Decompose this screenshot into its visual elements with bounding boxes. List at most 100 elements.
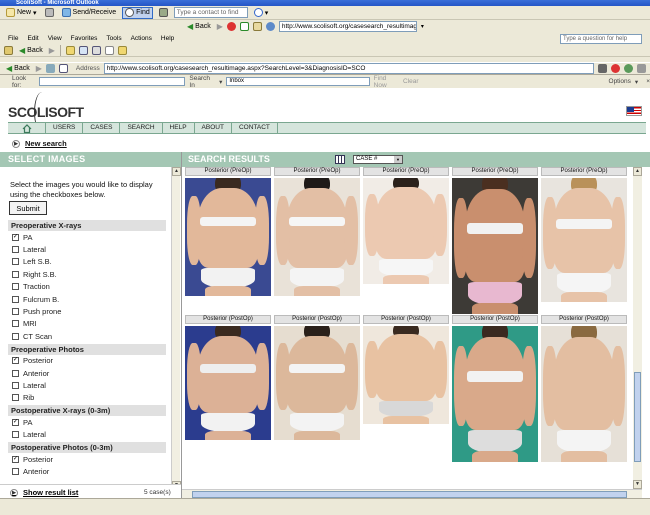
preview-pane-icon[interactable] bbox=[91, 45, 101, 55]
menu-file[interactable]: File bbox=[8, 35, 18, 42]
patient-photo[interactable] bbox=[185, 326, 271, 440]
forward-arrow-icon[interactable]: ▶ bbox=[49, 46, 55, 55]
menu-edit[interactable]: Edit bbox=[27, 35, 38, 42]
checkbox[interactable] bbox=[12, 394, 19, 402]
nav-cases[interactable]: CASES bbox=[83, 122, 121, 134]
checkbox-checked[interactable]: ✓ bbox=[12, 455, 19, 463]
nav-users[interactable]: USERS bbox=[46, 122, 84, 134]
search-web-icon[interactable] bbox=[265, 21, 275, 31]
search-in-button[interactable]: Search In bbox=[189, 75, 215, 89]
checkbox[interactable] bbox=[12, 431, 19, 439]
results-horizontal-scrollbar[interactable] bbox=[182, 489, 642, 498]
find-button[interactable]: Find bbox=[122, 6, 153, 19]
nav-help[interactable]: HELP bbox=[163, 122, 195, 134]
left-scrollbar[interactable]: ▲ ▼ bbox=[171, 167, 181, 490]
forward-arrow-icon[interactable]: ▶ bbox=[36, 64, 42, 73]
web-back-button[interactable]: ◀ Back bbox=[185, 20, 213, 32]
patient-photo[interactable] bbox=[541, 178, 627, 302]
undo-icon[interactable] bbox=[104, 45, 114, 55]
home-nav-button[interactable] bbox=[8, 122, 46, 134]
scroll-thumb[interactable] bbox=[634, 372, 641, 462]
print-button[interactable] bbox=[43, 7, 56, 19]
menu-help[interactable]: Help bbox=[161, 35, 174, 42]
image-option[interactable]: Traction bbox=[8, 281, 166, 293]
patient-photo[interactable] bbox=[452, 178, 538, 314]
open-folder-icon[interactable] bbox=[117, 45, 127, 55]
stop-icon[interactable] bbox=[45, 64, 55, 73]
folder-up-icon[interactable] bbox=[65, 45, 75, 55]
grid-view-icon[interactable] bbox=[335, 155, 345, 164]
image-option[interactable]: Left S.B. bbox=[8, 256, 166, 268]
forward-arrow-icon[interactable]: ▶ bbox=[217, 22, 223, 31]
image-option[interactable]: MRI bbox=[8, 318, 166, 330]
image-option[interactable]: Fulcrum B. bbox=[8, 293, 166, 305]
address-url-field[interactable]: http://www.scolisoft.org/casesearch_resu… bbox=[103, 63, 594, 74]
patient-photo[interactable] bbox=[363, 178, 449, 284]
outlook-today-icon[interactable] bbox=[4, 45, 13, 55]
home-icon[interactable] bbox=[636, 64, 646, 73]
checkbox[interactable] bbox=[12, 467, 19, 475]
new-search-link[interactable]: ▶ New search bbox=[12, 139, 67, 148]
image-option[interactable]: ✓ PA bbox=[8, 231, 166, 243]
image-option[interactable]: Lateral bbox=[8, 428, 166, 440]
patient-photo[interactable] bbox=[185, 178, 271, 296]
checkbox[interactable] bbox=[12, 320, 19, 328]
scroll-up-icon[interactable]: ▲ bbox=[172, 167, 181, 176]
menu-favorites[interactable]: Favorites bbox=[71, 35, 98, 42]
image-option[interactable]: Right S.B. bbox=[8, 268, 166, 280]
checkbox-checked[interactable]: ✓ bbox=[12, 418, 19, 426]
checkbox-checked[interactable]: ✓ bbox=[12, 357, 19, 365]
refresh-icon[interactable] bbox=[239, 21, 249, 31]
image-option[interactable]: CT Scan bbox=[8, 330, 166, 342]
checkbox[interactable] bbox=[12, 258, 19, 266]
go-icon[interactable] bbox=[597, 64, 607, 73]
refresh-icon[interactable] bbox=[58, 64, 68, 73]
patient-photo[interactable] bbox=[274, 178, 360, 296]
image-option[interactable]: ✓ PA bbox=[8, 416, 166, 428]
checkbox[interactable] bbox=[12, 246, 19, 254]
checkbox[interactable] bbox=[12, 308, 19, 316]
sort-select[interactable]: CASE # ▼ bbox=[353, 155, 403, 164]
scroll-down-icon[interactable]: ▼ bbox=[633, 480, 642, 489]
nav-search[interactable]: SEARCH bbox=[120, 122, 163, 134]
menu-actions[interactable]: Actions bbox=[131, 35, 152, 42]
image-option[interactable]: Lateral bbox=[8, 243, 166, 255]
image-option[interactable]: Anterior bbox=[8, 367, 166, 379]
nav-contact[interactable]: CONTACT bbox=[232, 122, 278, 134]
help-question-input[interactable]: Type a question for help bbox=[560, 34, 642, 44]
address-back-button[interactable]: ◀ Back bbox=[4, 63, 32, 75]
help-button[interactable]: ▾ bbox=[252, 7, 271, 19]
address-book-button[interactable] bbox=[157, 7, 170, 19]
stop-icon[interactable] bbox=[610, 64, 620, 73]
url-dropdown-icon[interactable]: ▾ bbox=[421, 23, 424, 30]
send-receive-button[interactable]: Send/Receive bbox=[60, 7, 119, 19]
patient-photo[interactable] bbox=[541, 326, 627, 462]
home-icon[interactable] bbox=[252, 21, 262, 31]
image-option[interactable]: ✓ Posterior bbox=[8, 355, 166, 367]
close-icon[interactable]: × bbox=[646, 78, 650, 85]
scroll-thumb[interactable] bbox=[192, 491, 627, 498]
menu-view[interactable]: View bbox=[48, 35, 62, 42]
submit-button[interactable]: Submit bbox=[9, 201, 47, 215]
clear-button[interactable]: Clear bbox=[403, 78, 419, 85]
site-logo[interactable]: SCOLISOFT bbox=[8, 104, 84, 120]
patient-photo[interactable] bbox=[452, 326, 538, 462]
checkbox[interactable] bbox=[12, 369, 19, 377]
nav-about[interactable]: ABOUT bbox=[195, 122, 232, 134]
image-option[interactable]: Rib bbox=[8, 392, 166, 404]
back-button[interactable]: ◀ Back bbox=[17, 44, 45, 56]
options-button[interactable]: Options bbox=[609, 78, 631, 85]
menu-tools[interactable]: Tools bbox=[106, 35, 121, 42]
show-result-list-link[interactable]: ▶ Show result list bbox=[10, 488, 78, 497]
image-option[interactable]: ✓ Posterior bbox=[8, 453, 166, 465]
image-option[interactable]: Anterior bbox=[8, 465, 166, 477]
image-option[interactable]: Lateral bbox=[8, 379, 166, 391]
refresh-icon[interactable] bbox=[623, 64, 633, 73]
web-url-field[interactable]: http://www.scolisoft.org/casesearch_resu… bbox=[278, 20, 417, 32]
image-option[interactable]: Push prone bbox=[8, 305, 166, 317]
patient-photo[interactable] bbox=[363, 326, 449, 424]
checkbox[interactable] bbox=[12, 295, 19, 303]
find-now-button[interactable]: Find Now bbox=[374, 75, 399, 89]
checkbox-checked[interactable]: ✓ bbox=[12, 233, 19, 241]
checkbox[interactable] bbox=[12, 381, 19, 389]
